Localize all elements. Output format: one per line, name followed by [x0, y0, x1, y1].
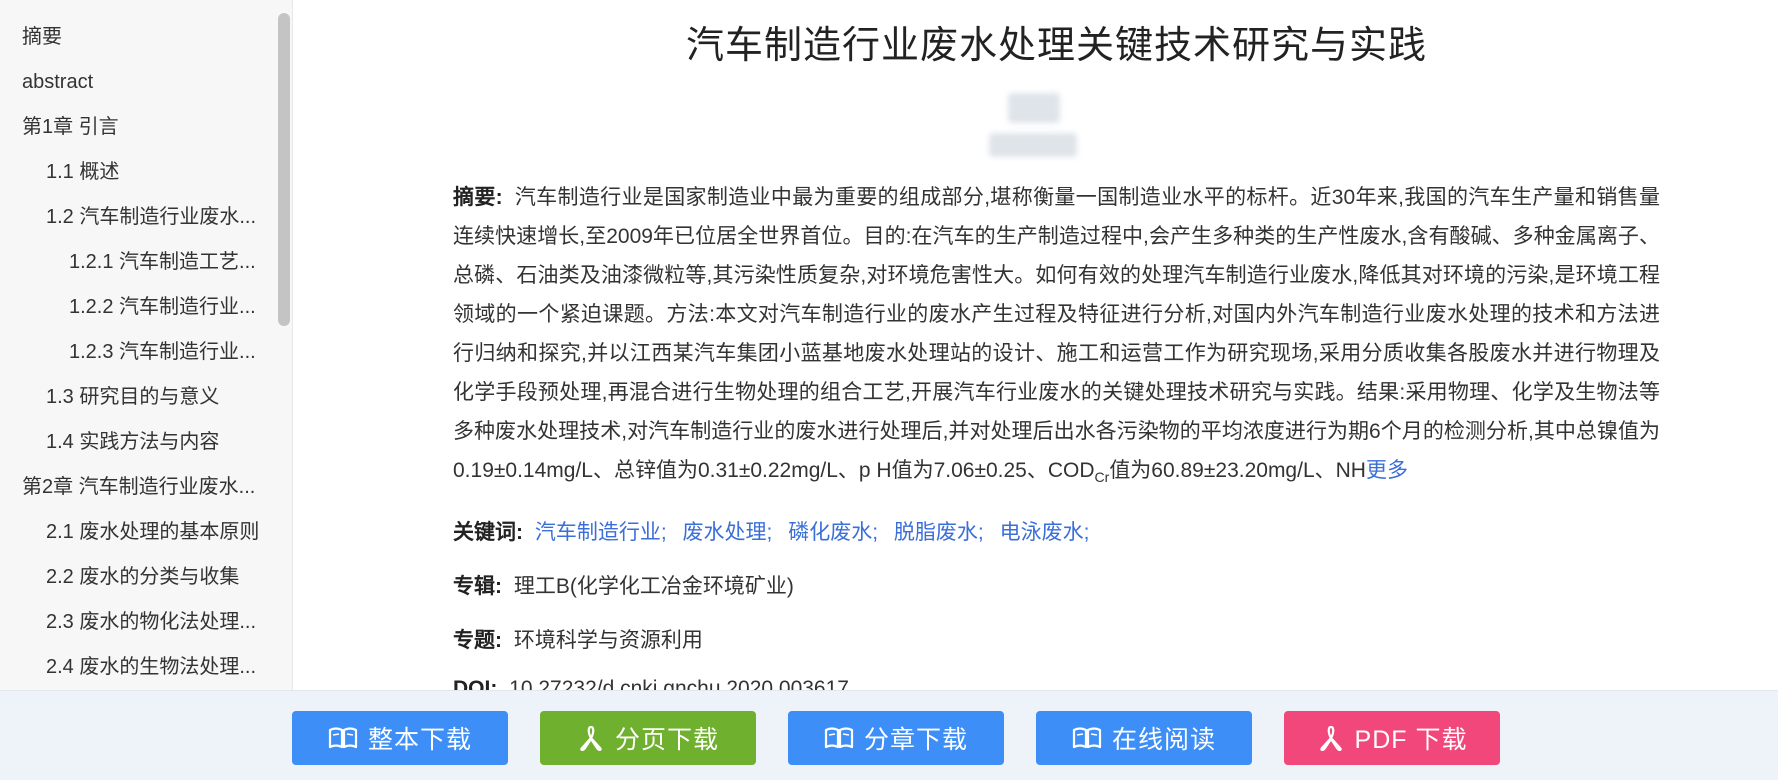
toc-item-2-1[interactable]: 2.1 废水处理的基本原则: [0, 512, 272, 552]
keyword-link[interactable]: 汽车制造行业;: [535, 521, 667, 544]
page-download-label: 分页下载: [614, 726, 719, 754]
download-action-bar: 整本下载 分页下载 分章下载 在线阅读 PDF 下载: [0, 690, 1778, 780]
toc-scrollbar-thumb[interactable]: [278, 13, 290, 326]
more-link[interactable]: 更多: [1366, 459, 1408, 482]
keyword-link[interactable]: 脱脂废水;: [894, 521, 984, 544]
book-icon: [328, 727, 358, 749]
doi-label: DOI:: [453, 677, 498, 690]
author-affiliation-blurred: [989, 133, 1077, 157]
keywords-label: 关键词:: [453, 521, 523, 544]
pdf-icon: [580, 725, 602, 751]
toc-item-2-2[interactable]: 2.2 废水的分类与收集: [0, 557, 272, 597]
toc-sidebar: 摘要 abstract 第1章 引言 1.1 概述 1.2 汽车制造行业废水..…: [0, 0, 293, 690]
read-online-label: 在线阅读: [1111, 726, 1216, 754]
toc-item-2-3[interactable]: 2.3 废水的物化法处理...: [0, 602, 272, 642]
read-online-button[interactable]: 在线阅读: [1036, 711, 1252, 765]
book-icon: [824, 727, 854, 749]
toc-item-1-2-1[interactable]: 1.2.1 汽车制造工艺...: [0, 242, 272, 282]
abstract-label: 摘要:: [453, 186, 503, 209]
keyword-link[interactable]: 废水处理;: [683, 521, 773, 544]
topic-row: 专题: 环境科学与资源利用: [453, 624, 703, 654]
pdf-download-button[interactable]: PDF 下载: [1284, 711, 1500, 765]
keywords-row: 关键词: 汽车制造行业; 废水处理; 磷化废水; 脱脂废水; 电泳废水;: [453, 516, 1099, 546]
paper-title: 汽车制造行业废水处理关键技术研究与实践: [685, 25, 1427, 67]
keyword-link[interactable]: 磷化废水;: [788, 521, 878, 544]
toc-item-abstract-en[interactable]: abstract: [0, 62, 272, 102]
album-label: 专辑:: [453, 575, 502, 598]
abstract-block: 摘要: 汽车制造行业是国家制造业中最为重要的组成部分,堪称衡量一国制造业水平的标…: [453, 178, 1660, 497]
chapter-download-label: 分章下载: [863, 726, 968, 754]
full-download-label: 整本下载: [367, 726, 472, 754]
toc-item-chapter1[interactable]: 第1章 引言: [0, 107, 272, 147]
paper-detail: 汽车制造行业废水处理关键技术研究与实践 摘要: 汽车制造行业是国家制造业中最为重…: [453, 0, 1660, 690]
toc-item-1-4[interactable]: 1.4 实践方法与内容: [0, 422, 272, 462]
toc-item-1-2-2[interactable]: 1.2.2 汽车制造行业...: [0, 287, 272, 327]
author-name-blurred: [1008, 93, 1060, 123]
toc-scrollbar[interactable]: [278, 10, 290, 326]
album-value: 理工B(化学化工冶金环境矿业): [513, 575, 794, 598]
toc-item-abstract-cn[interactable]: 摘要: [0, 17, 272, 57]
abstract-tail: 值为60.89±23.20mg/L、NH: [1109, 459, 1366, 482]
abstract-subscript: Cr: [1094, 469, 1110, 486]
pdf-download-label: PDF 下载: [1354, 726, 1468, 754]
toc-item-1-1[interactable]: 1.1 概述: [0, 152, 272, 192]
album-row: 专辑: 理工B(化学化工冶金环境矿业): [453, 570, 794, 600]
chapter-download-button[interactable]: 分章下载: [788, 711, 1004, 765]
pdf-icon: [1319, 725, 1342, 751]
topic-value: 环境科学与资源利用: [513, 629, 703, 652]
toc-item-1-2[interactable]: 1.2 汽车制造行业废水...: [0, 197, 272, 237]
abstract-text: 汽车制造行业是国家制造业中最为重要的组成部分,堪称衡量一国制造业水平的标杆。近3…: [453, 186, 1660, 482]
book-icon: [1072, 727, 1102, 749]
doi-value[interactable]: 10.27232/d.cnki.gnchu.2020.003617: [509, 677, 849, 690]
keyword-link[interactable]: 电泳废水;: [1000, 521, 1090, 544]
doi-row: DOI: 10.27232/d.cnki.gnchu.2020.003617: [453, 677, 849, 690]
toc-item-1-2-3[interactable]: 1.2.3 汽车制造行业...: [0, 332, 272, 372]
full-download-button[interactable]: 整本下载: [292, 711, 508, 765]
toc-item-chapter2[interactable]: 第2章 汽车制造行业废水...: [0, 467, 272, 507]
toc-item-2-4[interactable]: 2.4 废水的生物法处理...: [0, 647, 272, 687]
page-download-button[interactable]: 分页下载: [540, 711, 756, 765]
toc-item-1-3[interactable]: 1.3 研究目的与意义: [0, 377, 272, 417]
topic-label: 专题:: [453, 629, 502, 652]
